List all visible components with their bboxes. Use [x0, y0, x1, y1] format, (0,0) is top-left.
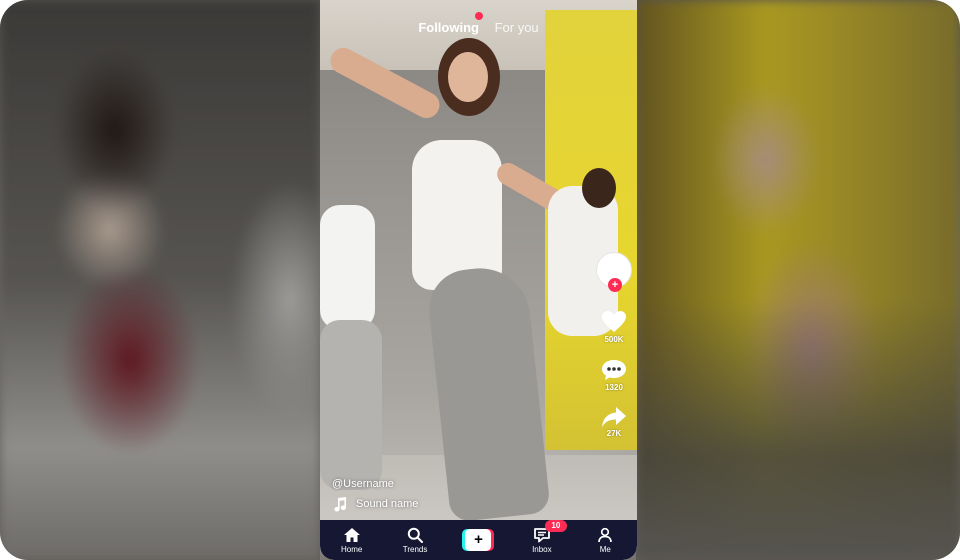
post-username[interactable]: @Username	[332, 478, 418, 490]
nav-inbox[interactable]: 10 Inbox	[517, 519, 567, 554]
dancer-face	[448, 52, 488, 102]
share-count: 27K	[606, 429, 622, 438]
like-button[interactable]: 500K	[592, 310, 636, 344]
app-canvas: Following For you + 500K 1320 27K @Usern…	[0, 0, 960, 560]
nav-create[interactable]: +	[453, 529, 503, 551]
tab-for-you[interactable]: For you	[493, 18, 541, 37]
creator-avatar[interactable]: +	[596, 252, 632, 292]
nav-home[interactable]: Home	[327, 527, 377, 554]
nav-trends-label: Trends	[402, 544, 428, 554]
sound-row[interactable]: Sound name	[332, 496, 418, 512]
dancer-back-left	[320, 205, 375, 330]
comment-count: 1320	[605, 383, 623, 392]
heart-icon	[602, 311, 626, 332]
tab-following[interactable]: Following	[416, 18, 481, 37]
feed-tabs: Following For you	[320, 12, 637, 37]
bottom-navigation: Home Trends + 10 Inbox Me	[320, 519, 637, 560]
sound-name: Sound name	[356, 498, 419, 510]
action-rail: + 500K 1320 27K	[592, 252, 636, 438]
like-count: 500K	[604, 335, 624, 344]
home-icon	[343, 527, 360, 542]
post-caption: @Username Sound name	[332, 478, 418, 512]
create-icon: +	[462, 529, 495, 551]
search-icon	[407, 527, 424, 543]
inbox-badge: 10	[544, 519, 567, 532]
live-indicator-dot	[475, 12, 483, 20]
phone-screen: Following For you + 500K 1320 27K @Usern…	[320, 0, 637, 560]
nav-trends[interactable]: Trends	[390, 527, 440, 554]
profile-icon	[598, 527, 613, 542]
nav-me[interactable]: Me	[580, 527, 630, 554]
comment-button[interactable]: 1320	[592, 358, 636, 392]
dancer-back-left-pants	[320, 320, 382, 490]
dancer-top	[412, 140, 502, 290]
dancer-back-right-head	[582, 168, 616, 208]
comment-icon	[602, 360, 626, 380]
follow-plus-icon[interactable]: +	[608, 278, 622, 292]
nav-me-label: Me	[599, 544, 611, 554]
nav-inbox-label: Inbox	[532, 544, 552, 554]
background-dim-right	[636, 0, 960, 560]
video-frame[interactable]	[320, 0, 637, 560]
background-dim-left	[0, 0, 320, 560]
music-note-icon	[334, 497, 346, 512]
share-button[interactable]: 27K	[592, 406, 636, 438]
nav-home-label: Home	[341, 544, 363, 554]
share-arrow-icon	[602, 407, 626, 427]
